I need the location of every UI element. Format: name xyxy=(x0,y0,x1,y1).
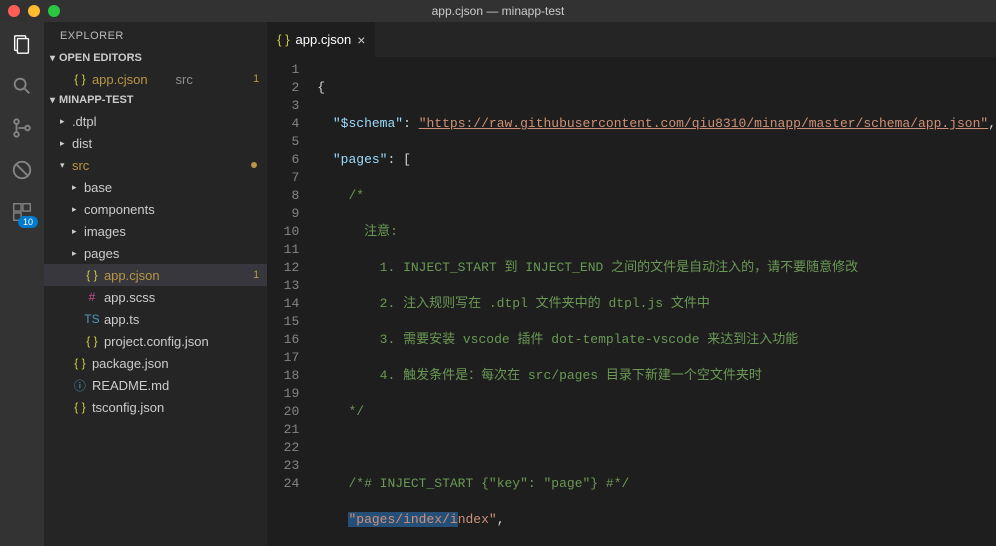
chevron-down-icon: ▾ xyxy=(50,95,55,106)
tree-folder-base[interactable]: ▸base xyxy=(44,176,267,198)
tree-file-package[interactable]: { } package.json xyxy=(44,352,267,374)
json-icon: { } xyxy=(84,268,100,282)
explorer-icon[interactable] xyxy=(10,32,34,56)
folder-label: images xyxy=(84,224,267,239)
minimize-icon[interactable] xyxy=(28,5,40,17)
modified-dot-icon xyxy=(251,162,257,168)
info-icon: ⓘ xyxy=(72,377,88,394)
tab-label: app.cjson xyxy=(296,32,352,47)
file-label: project.config.json xyxy=(104,334,267,349)
tree-folder-dtpl[interactable]: ▸.dtpl xyxy=(44,110,267,132)
chevron-right-icon: ▸ xyxy=(60,116,70,127)
chevron-right-icon: ▸ xyxy=(60,138,70,149)
chevron-down-icon: ▾ xyxy=(60,160,70,171)
folder-label: base xyxy=(84,180,267,195)
debug-icon[interactable] xyxy=(10,158,34,182)
tree-folder-components[interactable]: ▸components xyxy=(44,198,267,220)
extensions-badge: 10 xyxy=(18,216,38,228)
file-label: app.ts xyxy=(104,312,267,327)
tree-file-readme[interactable]: ⓘ README.md xyxy=(44,374,267,396)
chevron-right-icon: ▸ xyxy=(72,204,82,215)
tree-folder-images[interactable]: ▸images xyxy=(44,220,267,242)
gutter: 123456789101112131415161718192021222324 xyxy=(267,57,317,546)
code-lines[interactable]: { "$schema": "https://raw.githubusercont… xyxy=(317,57,996,546)
chevron-right-icon: ▸ xyxy=(72,182,82,193)
open-editors-header[interactable]: ▾ OPEN EDITORS xyxy=(44,50,267,66)
ts-icon: TS xyxy=(84,312,100,326)
file-label: package.json xyxy=(92,356,267,371)
search-icon[interactable] xyxy=(10,74,34,98)
project-label: MINAPP-TEST xyxy=(59,94,134,106)
tree-file-appcjson[interactable]: { } app.cjson1 xyxy=(44,264,267,286)
tree-file-appts[interactable]: TS app.ts xyxy=(44,308,267,330)
file-label: app.cjson xyxy=(104,268,253,283)
json-icon: { } xyxy=(72,400,88,414)
close-icon[interactable] xyxy=(8,5,20,17)
folder-label: .dtpl xyxy=(72,114,267,129)
maximize-icon[interactable] xyxy=(48,5,60,17)
file-label: app.scss xyxy=(104,290,267,305)
titlebar: app.cjson — minapp-test xyxy=(0,0,996,22)
chevron-down-icon: ▾ xyxy=(50,53,55,64)
modified-badge: 1 xyxy=(253,269,259,281)
open-editors-label: OPEN EDITORS xyxy=(59,52,142,64)
tree-file-tsconfig[interactable]: { } tsconfig.json xyxy=(44,396,267,418)
modified-badge: 1 xyxy=(253,73,259,85)
json-icon: { } xyxy=(72,356,88,370)
folder-label: src xyxy=(72,158,251,173)
window-title: app.cjson — minapp-test xyxy=(432,4,565,18)
sidebar-title: EXPLORER xyxy=(44,22,267,50)
tree-folder-dist[interactable]: ▸dist xyxy=(44,132,267,154)
editor-area: { } app.cjson × 123456789101112131415161… xyxy=(267,22,996,546)
tabs: { } app.cjson × xyxy=(267,22,996,57)
folder-label: pages xyxy=(84,246,267,261)
source-control-icon[interactable] xyxy=(10,116,34,140)
code-editor[interactable]: 123456789101112131415161718192021222324 … xyxy=(267,57,996,546)
open-editors-list: { } app.cjson src 1 xyxy=(44,66,267,92)
file-label: tsconfig.json xyxy=(92,400,267,415)
tree-file-projconfig[interactable]: { } project.config.json xyxy=(44,330,267,352)
sidebar: EXPLORER ▾ OPEN EDITORS { } app.cjson sr… xyxy=(44,22,267,546)
activitybar: 10 xyxy=(0,22,44,546)
json-icon: { } xyxy=(277,32,289,47)
open-editor-hint: src xyxy=(176,72,254,87)
open-editor-item[interactable]: { } app.cjson src 1 xyxy=(44,68,267,90)
traffic-lights xyxy=(0,5,60,17)
folder-label: components xyxy=(84,202,267,217)
chevron-right-icon: ▸ xyxy=(72,248,82,259)
tree-folder-src[interactable]: ▾src xyxy=(44,154,267,176)
chevron-right-icon: ▸ xyxy=(72,226,82,237)
main-area: 10 EXPLORER ▾ OPEN EDITORS { } app.cjson… xyxy=(0,22,996,546)
tab-appcjson[interactable]: { } app.cjson × xyxy=(267,22,375,57)
tree-file-appscss[interactable]: # app.scss xyxy=(44,286,267,308)
folder-label: dist xyxy=(72,136,267,151)
file-tree: ▸.dtpl ▸dist ▾src ▸base ▸components ▸ima… xyxy=(44,108,267,420)
tree-folder-pages[interactable]: ▸pages xyxy=(44,242,267,264)
scss-icon: # xyxy=(84,290,100,304)
project-header[interactable]: ▾ MINAPP-TEST xyxy=(44,92,267,108)
extensions-icon[interactable]: 10 xyxy=(10,200,34,224)
json-icon: { } xyxy=(72,72,88,86)
close-icon[interactable]: × xyxy=(357,32,365,48)
file-label: README.md xyxy=(92,378,267,393)
open-editor-label: app.cjson xyxy=(92,72,170,87)
json-icon: { } xyxy=(84,334,100,348)
